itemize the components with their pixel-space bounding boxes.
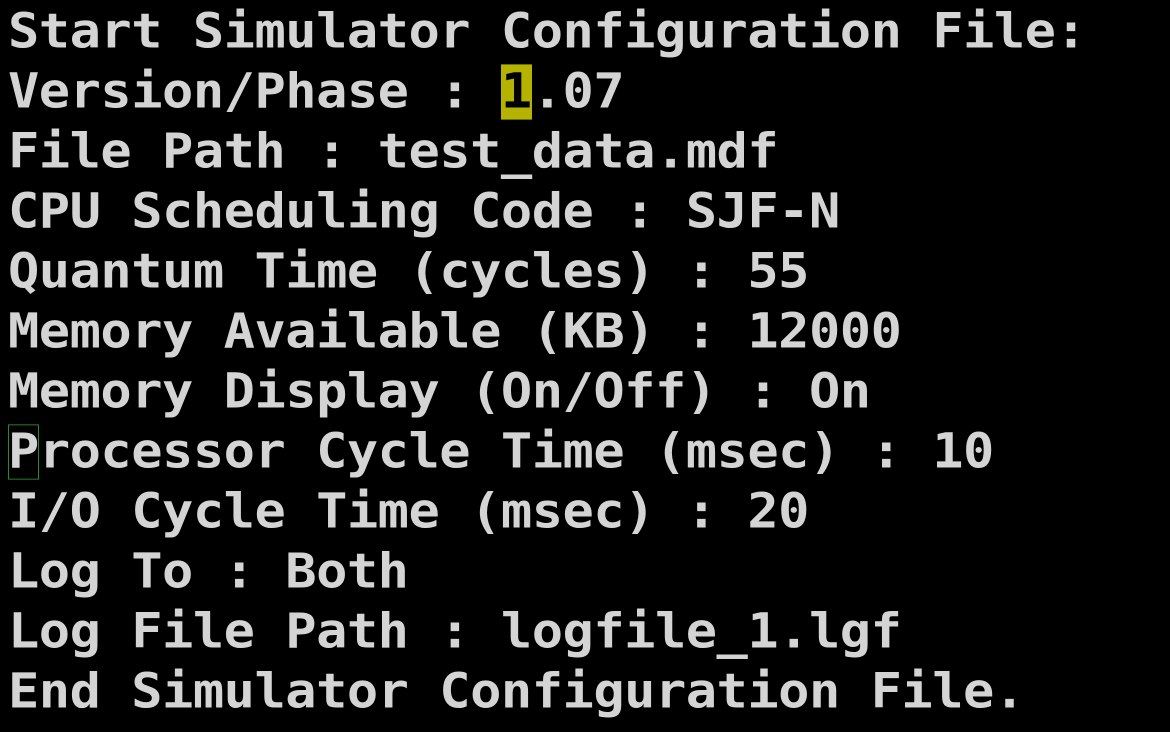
terminal-line-io-cycle: I/O Cycle Time (msec) : 20 xyxy=(8,484,809,540)
terminal-line-memory-available: Memory Available (KB) : 12000 xyxy=(8,304,902,360)
processor-cycle-rest: rocessor Cycle Time (msec) : 10 xyxy=(38,424,995,480)
terminal-line-file-path: File Path : test_data.mdf xyxy=(8,124,779,180)
terminal-line-cpu-scheduling: CPU Scheduling Code : SJF-N xyxy=(8,184,840,240)
version-value-rest: .07 xyxy=(531,64,625,120)
selection-cell-outline: P xyxy=(8,424,39,480)
terminal-line-log-to: Log To : Both xyxy=(8,544,409,600)
version-label: Version/Phase : xyxy=(8,64,501,120)
terminal-line-quantum-time: Quantum Time (cycles) : 55 xyxy=(8,244,809,300)
terminal-line-log-file-path: Log File Path : logfile_1.lgf xyxy=(8,604,902,660)
text-cursor: 1 xyxy=(500,64,532,120)
terminal-line-memory-display: Memory Display (On/Off) : On xyxy=(8,364,871,420)
terminal-window[interactable]: Start Simulator Configuration File: Vers… xyxy=(0,0,1170,732)
terminal-line-processor-cycle: Processor Cycle Time (msec) : 10 xyxy=(8,424,1170,480)
terminal-line-start-config: Start Simulator Configuration File: xyxy=(8,4,1087,60)
terminal-line-version: Version/Phase : 1.07 xyxy=(8,64,1170,120)
terminal-line-end-config: End Simulator Configuration File. xyxy=(8,664,1025,720)
